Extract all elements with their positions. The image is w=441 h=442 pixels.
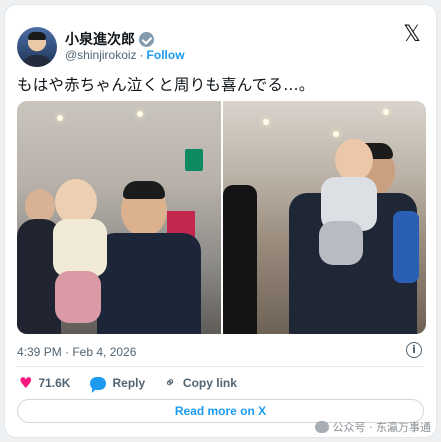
info-icon[interactable]: i bbox=[406, 342, 422, 358]
avatar-suit bbox=[21, 55, 53, 67]
person-body bbox=[222, 185, 257, 334]
baby-legs bbox=[55, 271, 101, 323]
ceiling-light bbox=[382, 109, 389, 115]
divider bbox=[17, 366, 424, 367]
tweet-text: もはや赤ちゃん泣くと周りも喜んでる…。 bbox=[17, 76, 315, 94]
exit-sign bbox=[185, 149, 203, 171]
watermark-text: 公众号 · 东瀛万事通 bbox=[332, 421, 432, 434]
copy-link-label: Copy link bbox=[182, 376, 237, 390]
wechat-icon bbox=[314, 421, 329, 433]
photo-right[interactable] bbox=[222, 101, 426, 334]
like-button[interactable]: ♥ 71.6K bbox=[19, 373, 71, 392]
baby-body bbox=[53, 219, 107, 277]
person-body bbox=[97, 233, 201, 334]
tweet-media[interactable] bbox=[17, 101, 426, 334]
person-hair bbox=[123, 181, 165, 199]
heart-icon: ♥ bbox=[19, 373, 33, 392]
x-logo-icon[interactable]: 𝕏 bbox=[402, 24, 422, 46]
like-count: 71.6K bbox=[38, 376, 71, 390]
author-handle-row: @shinjirokoiz · Follow bbox=[65, 48, 185, 62]
author-avatar[interactable] bbox=[17, 27, 57, 67]
reply-label: Reply bbox=[112, 376, 146, 390]
ceiling-light bbox=[332, 131, 339, 137]
baby-head bbox=[334, 139, 373, 181]
link-icon: ⚭ bbox=[161, 373, 181, 393]
person-head bbox=[25, 189, 55, 223]
sash bbox=[392, 211, 419, 283]
baby-legs bbox=[318, 221, 363, 265]
author-handle[interactable]: @shinjirokoiz bbox=[65, 48, 137, 62]
ceiling-light bbox=[137, 111, 143, 117]
author-name-row: 小泉進次郎 bbox=[65, 29, 154, 49]
separator-dot: · bbox=[139, 48, 144, 62]
author-display-name[interactable]: 小泉進次郎 bbox=[65, 29, 135, 49]
tweet-timestamp[interactable]: 4:39 PM · Feb 4, 2026 bbox=[17, 345, 136, 359]
follow-button[interactable]: Follow bbox=[147, 48, 185, 62]
watermark: 公众号 · 东瀛万事通 bbox=[314, 419, 432, 435]
ceiling-light bbox=[57, 115, 63, 121]
copy-link-button[interactable]: ⚭ Copy link bbox=[161, 373, 237, 393]
reply-bubble-icon bbox=[90, 376, 107, 393]
ceiling-light bbox=[262, 119, 269, 125]
avatar-hair bbox=[28, 32, 46, 40]
photo-left[interactable] bbox=[17, 101, 221, 334]
verified-badge-icon bbox=[139, 31, 154, 47]
action-bar: ♥ 71.6K Reply ⚭ Copy link bbox=[19, 373, 257, 393]
tweet-card: 小泉進次郎 @shinjirokoiz · Follow 𝕏 もはや赤ちゃん泣く… bbox=[4, 4, 437, 438]
reply-button[interactable]: Reply bbox=[90, 376, 146, 393]
